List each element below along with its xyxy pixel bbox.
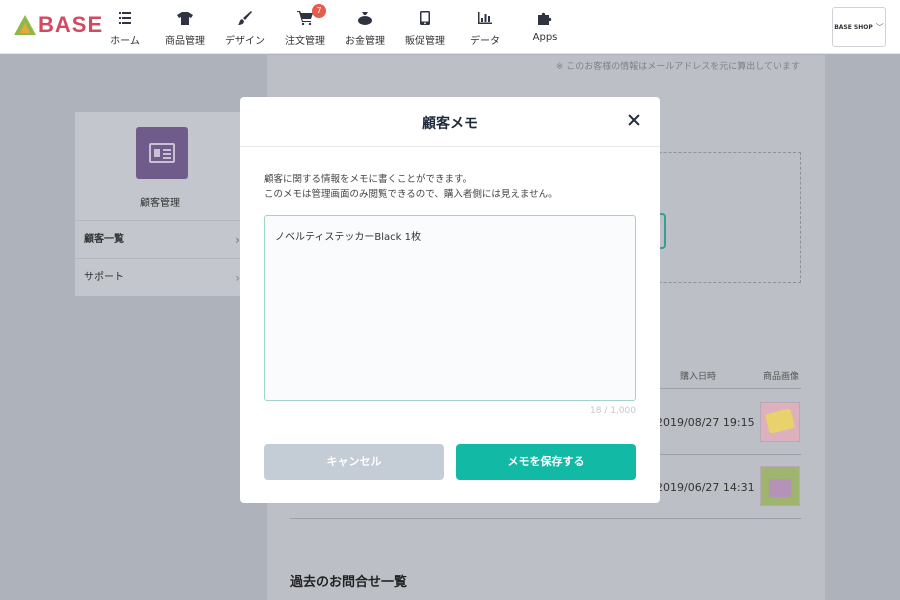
list-icon	[117, 11, 133, 25]
orders-count-badge: 7	[312, 4, 326, 18]
shop-switcher-button[interactable]: BASE SHOP ﹀	[832, 7, 886, 47]
brush-icon	[237, 11, 253, 25]
sidebar-item-label: 顧客一覧	[84, 234, 124, 245]
nav-item-products[interactable]: 商品管理	[155, 0, 215, 54]
nav-label: お金管理	[345, 36, 385, 47]
modal-title: 顧客メモ	[422, 116, 478, 132]
modal-header: 顧客メモ	[240, 97, 660, 147]
sidebar-item-customer-list[interactable]: 顧客一覧 ›	[75, 220, 245, 258]
bar-chart-icon	[477, 11, 493, 25]
phone-icon	[417, 11, 433, 25]
character-counter: 18 / 1,000	[590, 406, 636, 416]
column-header-image: 商品画像	[763, 372, 800, 382]
nav-label: 販促管理	[405, 36, 445, 47]
logo-text: BASE	[38, 12, 104, 37]
nav-item-orders[interactable]: 7 注文管理	[275, 0, 335, 54]
sidebar-item-support[interactable]: サポート ›	[75, 258, 245, 296]
product-thumbnail[interactable]	[760, 466, 800, 506]
purchase-date: 2019/06/27 14:31	[656, 481, 755, 494]
description-line: 顧客に関する情報をメモに書くことができます。	[264, 174, 473, 185]
memo-textarea[interactable]: ノベルティステッカーBlack 1枚	[264, 215, 636, 401]
nav-item-data[interactable]: データ	[455, 0, 515, 54]
nav-item-design[interactable]: デザイン	[215, 0, 275, 54]
nav-label: 注文管理	[285, 36, 325, 47]
cancel-button[interactable]: キャンセル	[264, 444, 444, 480]
customer-sidebar: 顧客管理 顧客一覧 › サポート ›	[75, 112, 245, 296]
nav-item-apps[interactable]: Apps	[515, 0, 575, 54]
purchase-date: 2019/08/27 19:15	[656, 416, 755, 429]
top-navigation-bar: BASE ホーム 商品管理 デザイン 7 注文管理 お金管理 販促管理 データ …	[0, 0, 900, 54]
nav-label: ホーム	[110, 36, 140, 47]
description-line: このメモは管理画面のみ閲覧できるので、購入者側には見えません。	[264, 189, 558, 200]
nav-label: 商品管理	[165, 36, 205, 47]
nav-item-promotion[interactable]: 販促管理	[395, 0, 455, 54]
customer-card-icon	[136, 127, 188, 179]
tshirt-icon	[177, 11, 193, 25]
shop-name: BASE SHOP	[834, 23, 873, 31]
chevron-down-icon: ﹀	[875, 22, 884, 32]
nav-label: データ	[470, 36, 500, 47]
sidebar-title: 顧客管理	[140, 198, 180, 209]
inquiry-history-title: 過去のお問合せ一覧	[290, 575, 408, 590]
wallet-icon	[357, 11, 373, 25]
customer-memo-modal: 顧客メモ 顧客に関する情報をメモに書くことができます。 このメモは管理画面のみ閲…	[240, 97, 660, 503]
main-nav: ホーム 商品管理 デザイン 7 注文管理 お金管理 販促管理 データ Apps	[95, 0, 575, 54]
nav-item-money[interactable]: お金管理	[335, 0, 395, 54]
table-divider	[290, 518, 801, 519]
base-logo[interactable]: BASE	[14, 12, 103, 38]
save-memo-button[interactable]: メモを保存する	[456, 444, 636, 480]
nav-label: Apps	[532, 32, 558, 43]
page-note: ※ このお客様の情報はメールアドレスを元に算出しています	[555, 62, 800, 72]
product-thumbnail[interactable]	[760, 402, 800, 442]
modal-description: 顧客に関する情報をメモに書くことができます。 このメモは管理画面のみ閲覧できるの…	[264, 172, 558, 202]
logo-mark-icon	[14, 15, 36, 35]
column-header-date: 購入日時	[680, 372, 717, 382]
cart-icon	[297, 11, 313, 25]
nav-item-home[interactable]: ホーム	[95, 0, 155, 54]
puzzle-icon	[537, 11, 553, 25]
nav-label: デザイン	[225, 36, 265, 47]
sidebar-item-label: サポート	[84, 272, 124, 283]
close-icon[interactable]	[626, 113, 642, 129]
